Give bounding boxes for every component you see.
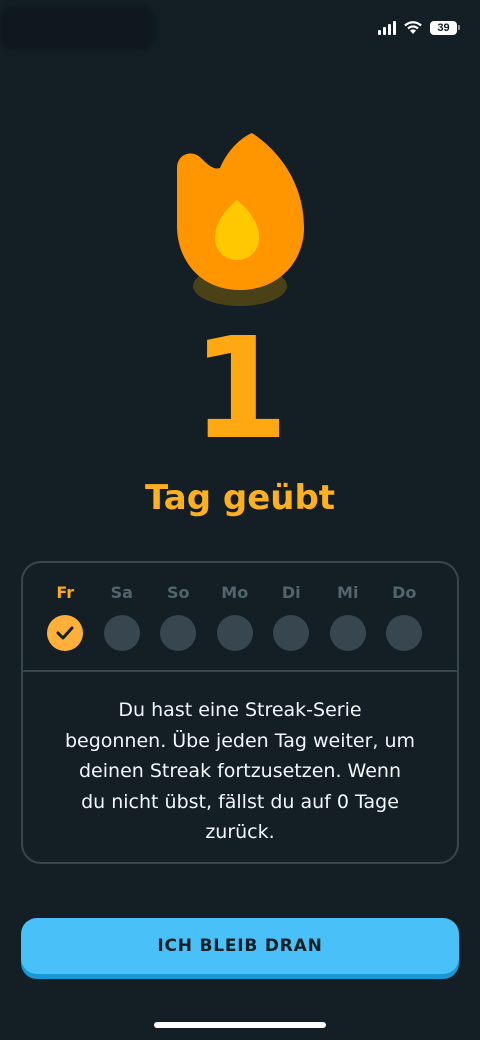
day-label: Sa (110, 583, 133, 602)
day-sa: Sa (94, 583, 151, 651)
battery-level: 39 (430, 20, 457, 35)
day-indicator (273, 615, 310, 651)
streak-calendar-card: Fr Sa So Mo Di Mi Do Du hast eine Streak… (21, 561, 459, 864)
status-icons: 39 (378, 20, 460, 35)
day-di: Di (263, 583, 320, 651)
wifi-icon (404, 21, 422, 34)
info-line: zurück. (205, 821, 275, 843)
streak-label: Tag geübt (144, 478, 336, 518)
cellular-signal-icon (378, 20, 396, 35)
day-indicator (386, 615, 423, 651)
day-indicator (329, 615, 366, 651)
info-line: deinen Streak fortzusetzen. Wenn (79, 760, 401, 782)
day-indicator (160, 615, 197, 651)
day-mo: Mo (207, 583, 264, 651)
day-label: Mo (221, 583, 249, 602)
info-line: Du hast eine Streak-Serie (118, 699, 362, 721)
checkmark-icon (56, 626, 74, 640)
battery-icon: 39 (430, 20, 460, 35)
streak-info-text: Du hast eine Streak-Serie begonnen. Übe … (33, 695, 447, 848)
status-time-area (0, 5, 155, 51)
card-divider (23, 670, 457, 672)
day-indicator (216, 615, 253, 651)
day-label: Mi (337, 583, 359, 602)
day-label: Do (392, 583, 417, 602)
day-done-indicator (47, 615, 84, 651)
day-label: So (166, 583, 190, 602)
continue-button-label: ICH BLEIB DRAN (157, 936, 323, 956)
day-label: Fr (56, 583, 75, 602)
day-mi: Mi (320, 583, 377, 651)
status-bar: 39 (0, 0, 480, 60)
flame-icon (177, 133, 304, 306)
day-indicator (103, 615, 140, 651)
info-line: du nicht übst, fällst du auf 0 Tage (81, 790, 399, 813)
info-line: begonnen. Übe jeden Tag weiter, um (64, 729, 416, 752)
day-so: So (150, 583, 207, 651)
week-days: Fr Sa So Mo Di Mi Do (37, 583, 443, 651)
home-indicator[interactable] (154, 1022, 326, 1028)
day-do: Do (376, 583, 433, 651)
continue-button[interactable]: ICH BLEIB DRAN (21, 918, 459, 974)
streak-count: 1 (191, 308, 289, 471)
day-fr: Fr (37, 583, 94, 651)
day-label: Di (281, 583, 301, 602)
